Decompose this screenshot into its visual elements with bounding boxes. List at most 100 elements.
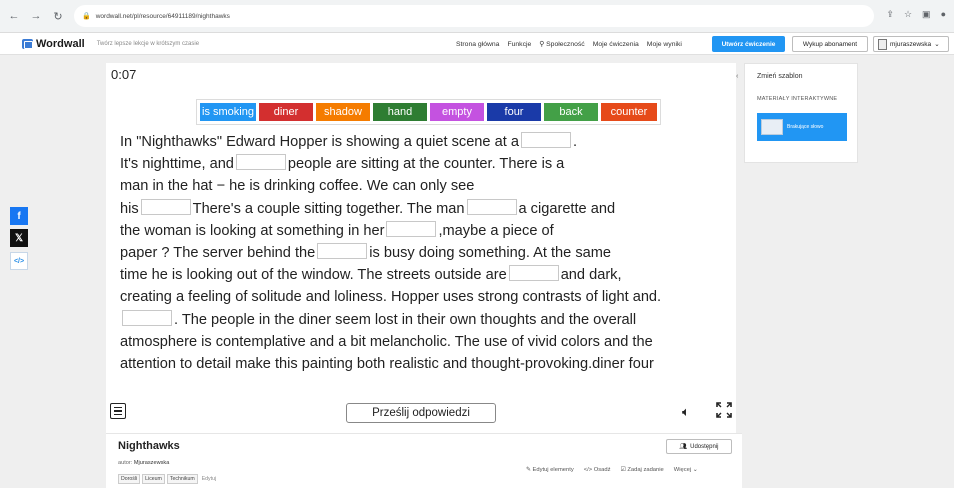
x-twitter-icon[interactable]: 𝕏: [10, 229, 28, 247]
embed-code-icon[interactable]: </>: [10, 252, 28, 270]
tag[interactable]: Technikum: [166, 474, 198, 484]
passage-segment: paper ? The server behind the: [120, 245, 316, 262]
nav-community[interactable]: ⚲ Społeczność: [539, 40, 584, 48]
wordwall-logo-icon: [22, 38, 33, 49]
chevron-left-icon[interactable]: ‹: [736, 73, 738, 80]
word-tile[interactable]: is smoking: [200, 103, 256, 121]
word-tile[interactable]: empty: [430, 103, 484, 121]
passage-line: creating a feeling of solitude and lolin…: [120, 286, 730, 308]
assign-link[interactable]: ☑ Zadaj zadanie: [621, 467, 664, 473]
word-tile[interactable]: shadow: [316, 103, 370, 121]
passage-segment: atmosphere is contemplative and a bit me…: [120, 333, 653, 350]
passage-segment: There's a couple sitting together. The m…: [192, 200, 465, 217]
browser-actions: ⇪ ☆ ▣ ●: [886, 9, 946, 20]
share-page-icon[interactable]: ⇪: [886, 9, 894, 20]
passage-line: the woman is looking at something in her…: [120, 220, 730, 242]
edit-tags-link[interactable]: Edytuj: [202, 476, 216, 482]
passage-segment: attention to detail make this painting b…: [120, 356, 654, 373]
passage-line: his There's a couple sitting together. Th…: [120, 198, 730, 220]
code-icon: </>: [583, 467, 593, 473]
change-template-link[interactable]: Zmień szablon: [757, 73, 803, 80]
passage-segment: time he is looking out of the window. Th…: [120, 267, 507, 284]
passage-segment: man in the hat − he is drinking coffee. …: [120, 178, 475, 195]
answer-blank[interactable]: [122, 309, 172, 326]
subscribe-button[interactable]: Wykup abonament: [792, 36, 868, 52]
word-tile[interactable]: hand: [373, 103, 427, 121]
passage-text: In "Nighthawks" Edward Hopper is showing…: [120, 131, 730, 375]
passage-segment: In "Nighthawks" Edward Hopper is showing…: [120, 134, 519, 150]
tag[interactable]: Dorośli: [118, 474, 141, 484]
tagline: Twórz lepsze lekcje w krótszym czasie: [96, 40, 200, 47]
share-button[interactable]: 👥︎ Udostępnij: [666, 439, 732, 454]
passage-line: time he is looking out of the window. Th…: [120, 264, 730, 286]
word-tile[interactable]: counter: [601, 103, 657, 121]
bookmark-star-icon[interactable]: ☆: [904, 9, 912, 20]
avatar: [878, 38, 887, 50]
nav-my-activities[interactable]: Moje ćwiczenia: [593, 41, 639, 48]
create-activity-button[interactable]: Utwórz ćwiczenie: [712, 36, 785, 52]
checkbox-icon: ☑: [620, 467, 626, 473]
speaker-icon[interactable]: 🔈︎: [682, 404, 690, 420]
passage-segment: his: [120, 200, 139, 217]
embed-link[interactable]: </> Osadź: [584, 467, 611, 473]
address-bar[interactable]: 🔒 wordwall.net/pl/resource/64911189/nigh…: [74, 5, 874, 27]
tag-list: Dorośli Liceum Technikum Edytuj: [118, 474, 216, 484]
passage-segment: and dark,: [560, 267, 622, 284]
answer-blank[interactable]: [520, 132, 571, 148]
reload-icon[interactable]: ↻: [50, 8, 66, 24]
author-line: autor: Mjuraszewska: [118, 460, 170, 466]
main-nav: Strona główna Funkcje ⚲ Społeczność Moje…: [456, 33, 682, 55]
word-tile[interactable]: back: [544, 103, 598, 121]
answer-blank[interactable]: [466, 198, 517, 215]
sidebar-toggle-icon[interactable]: ▣: [922, 9, 931, 20]
url-text: wordwall.net/pl/resource/64911189/nighth…: [95, 12, 230, 20]
pencil-icon: ✎: [526, 467, 531, 473]
resource-title: Nighthawks: [118, 440, 180, 452]
back-arrow-icon[interactable]: ←: [6, 8, 22, 24]
passage-segment: people are sitting at the counter. There…: [287, 156, 565, 173]
site-header: Wordwall Twórz lepsze lekcje w krótszym …: [0, 33, 954, 55]
lock-icon: 🔒: [82, 13, 91, 20]
word-bank: is smoking diner shadow hand empty four back co…: [196, 99, 661, 125]
wordwall-logo[interactable]: Wordwall: [22, 38, 85, 50]
facebook-icon[interactable]: f: [10, 207, 28, 225]
word-tile[interactable]: four: [487, 103, 541, 121]
hamburger-menu-icon[interactable]: [110, 403, 126, 419]
answer-blank[interactable]: [235, 154, 286, 171]
resource-info: Nighthawks autor: Mjuraszewska Dorośli L…: [106, 433, 742, 488]
passage-line: attention to detail make this painting b…: [120, 353, 730, 375]
answer-blank[interactable]: [386, 220, 437, 237]
passage-segment: creating a feeling of solitude and lolin…: [120, 289, 662, 306]
tag[interactable]: Liceum: [142, 474, 165, 484]
nav-my-results[interactable]: Moje wyniki: [647, 41, 682, 48]
passage-line: In "Nighthawks" Edward Hopper is showing…: [120, 131, 730, 153]
passage-segment: the woman is looking at something in her: [120, 222, 385, 239]
submit-answers-button[interactable]: Prześlij odpowiedzi: [346, 403, 496, 423]
share-users-icon: 👥︎: [679, 444, 688, 450]
passage-segment: .: [572, 134, 577, 150]
answer-blank[interactable]: [140, 198, 191, 215]
nav-features[interactable]: Funkcje: [507, 41, 531, 48]
template-missing-word[interactable]: Brakujące słowo: [757, 113, 847, 141]
passage-line: atmosphere is contemplative and a bit me…: [120, 331, 730, 353]
answer-blank[interactable]: [508, 265, 559, 282]
user-menu[interactable]: mjuraszewska ⌄: [873, 36, 949, 52]
chevron-down-icon: ⌄: [692, 467, 698, 473]
passage-segment: is busy doing something. At the same: [369, 245, 612, 262]
passage-segment: . The people in the diner seem lost in t…: [174, 311, 637, 328]
edit-content-link[interactable]: ✎ Edytuj elementy: [526, 467, 574, 473]
activity-panel: 0:07 is smoking diner shadow hand empty four b…: [106, 63, 736, 433]
forward-arrow-icon[interactable]: →: [28, 8, 44, 24]
profile-icon[interactable]: ●: [941, 9, 946, 20]
browser-toolbar: ← → ↻ 🔒 wordwall.net/pl/resource/6491118…: [0, 0, 954, 33]
nav-home[interactable]: Strona główna: [456, 41, 499, 48]
passage-line: . The people in the diner seem lost in t…: [120, 309, 730, 331]
fullscreen-icon[interactable]: [715, 401, 733, 419]
timer: 0:07: [111, 67, 137, 82]
chevron-down-icon: ⌄: [934, 41, 940, 48]
author-link[interactable]: Mjuraszewska: [134, 460, 169, 466]
answer-blank[interactable]: [317, 243, 368, 260]
passage-segment: It's nighttime, and: [120, 156, 234, 173]
more-menu[interactable]: Więcej ⌄: [674, 467, 698, 473]
word-tile[interactable]: diner: [259, 103, 313, 121]
